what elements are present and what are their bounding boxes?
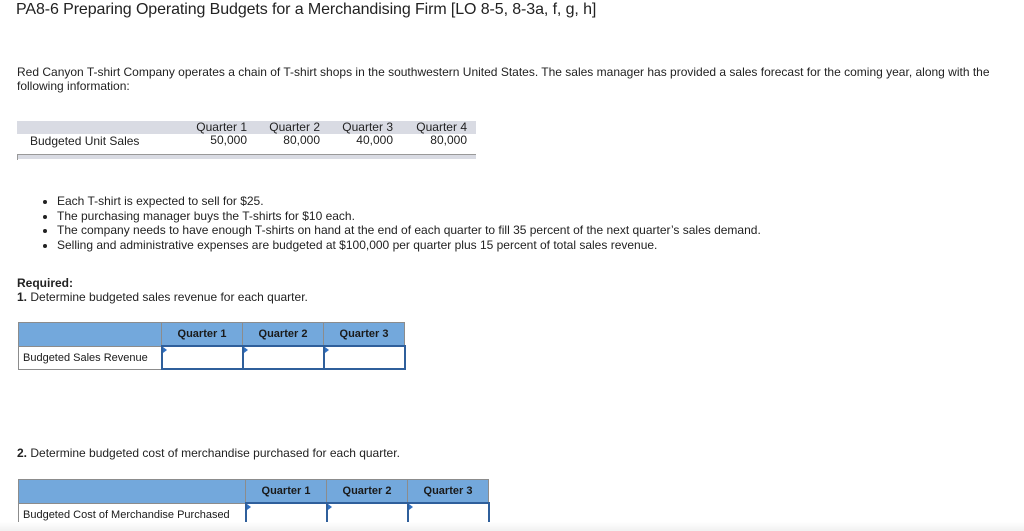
sales-revenue-q1-cell[interactable] xyxy=(160,345,244,370)
assumption-item: Selling and administrative expenses are … xyxy=(57,238,761,253)
required-heading: Required: xyxy=(17,276,74,290)
input-marker-icon xyxy=(243,347,248,353)
unit-sales-quarter-3: 40,000 xyxy=(356,133,393,147)
column-header-quarter-3: Quarter 3 xyxy=(407,479,489,504)
sales-revenue-q2-input[interactable] xyxy=(243,347,323,368)
requirement-text: Determine budgeted sales revenue for eac… xyxy=(27,290,308,304)
input-marker-icon xyxy=(162,347,167,353)
assumptions-list: Each T-shirt is expected to sell for $25… xyxy=(40,194,761,252)
assumption-item: The company needs to have enough T-shirt… xyxy=(57,223,761,238)
input-marker-icon xyxy=(324,347,329,353)
table-row: Budgeted Sales Revenue xyxy=(18,345,406,370)
column-header-quarter-1: Quarter 1 xyxy=(161,322,243,347)
unit-sales-table: Quarter 1 Quarter 2 Quarter 3 Quarter 4 … xyxy=(17,121,476,160)
requirement-number: 2. xyxy=(17,446,28,460)
requirement-number: 1. xyxy=(17,290,28,304)
blank-header-cell xyxy=(18,322,162,347)
input-marker-icon xyxy=(246,504,251,510)
unit-sales-quarter-1: 50,000 xyxy=(210,133,247,147)
column-header-quarter-3: Quarter 3 xyxy=(323,322,405,347)
sales-revenue-table: Quarter 1 Quarter 2 Quarter 3 Budgeted S… xyxy=(18,322,406,370)
sales-revenue-q3-input[interactable] xyxy=(324,347,404,368)
row-label: Budgeted Sales Revenue xyxy=(18,345,162,370)
requirement-2: 2. Determine budgeted cost of merchandis… xyxy=(17,446,400,460)
blank-header-cell xyxy=(18,479,246,504)
requirement-1: 1. Determine budgeted sales revenue for … xyxy=(17,290,308,304)
input-marker-icon xyxy=(408,504,413,510)
table-footer-edge xyxy=(17,154,18,160)
column-header-quarter-1: Quarter 1 xyxy=(245,479,327,504)
unit-sales-quarter-2: 80,000 xyxy=(283,133,320,147)
row-label: Budgeted Unit Sales xyxy=(30,134,140,148)
sales-revenue-q3-cell[interactable] xyxy=(322,345,406,370)
requirement-text: Determine budgeted cost of merchandise p… xyxy=(27,446,400,460)
column-header-quarter-2: Quarter 2 xyxy=(242,322,324,347)
assumption-item: The purchasing manager buys the T-shirts… xyxy=(57,209,761,224)
page-bottom-shadow xyxy=(0,522,1024,531)
sales-revenue-q2-cell[interactable] xyxy=(241,345,325,370)
assumption-item: Each T-shirt is expected to sell for $25… xyxy=(57,194,761,209)
merchandise-purchased-table: Quarter 1 Quarter 2 Quarter 3 Budgeted C… xyxy=(18,479,490,527)
sales-revenue-q1-input[interactable] xyxy=(162,347,242,368)
table-footer-divider xyxy=(17,154,476,159)
column-header-quarter-2: Quarter 2 xyxy=(326,479,408,504)
table-header-row: Quarter 1 Quarter 2 Quarter 3 xyxy=(18,322,405,347)
unit-sales-quarter-4: 80,000 xyxy=(430,133,467,147)
page-title: PA8-6 Preparing Operating Budgets for a … xyxy=(16,1,597,18)
intro-paragraph: Red Canyon T-shirt Company operates a ch… xyxy=(17,65,990,93)
unit-sales-row: Budgeted Unit Sales 50,000 80,000 40,000… xyxy=(17,134,476,149)
table-header-row: Quarter 1 Quarter 2 Quarter 3 xyxy=(18,479,489,504)
input-marker-icon xyxy=(327,504,332,510)
